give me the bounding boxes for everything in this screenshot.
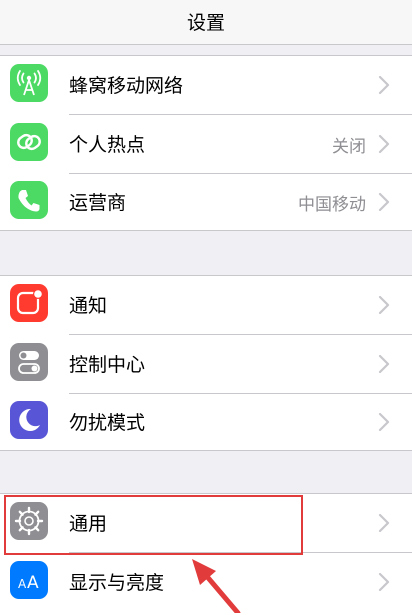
settings-row-do-not-disturb[interactable]: 勿扰模式 — [0, 393, 412, 451]
settings-group-network: 蜂窝移动网络 个人热点 关闭 运营商 中国移动 — [0, 55, 412, 231]
settings-row-label: 个人热点 — [69, 134, 146, 156]
settings-row-label: 显示与亮度 — [69, 572, 165, 594]
svg-text:A: A — [27, 573, 39, 593]
svg-text:A: A — [18, 577, 27, 591]
notifications-icon — [10, 284, 48, 322]
page-title: 设置 — [186, 12, 225, 34]
display-brightness-icon: A A — [10, 561, 48, 599]
chevron-right-icon — [378, 412, 390, 432]
settings-row-label: 通知 — [69, 295, 108, 317]
chevron-right-icon — [378, 75, 390, 95]
moon-icon — [10, 401, 48, 439]
settings-row-control-center[interactable]: 控制中心 — [0, 335, 412, 393]
settings-row-label: 运营商 — [69, 192, 127, 214]
hotspot-link-icon — [10, 123, 48, 161]
settings-group-system: 通知 控制中心 勿扰模式 — [0, 275, 412, 451]
chevron-right-icon — [378, 134, 390, 154]
cellular-antenna-icon — [10, 64, 48, 102]
chevron-right-icon — [378, 295, 390, 315]
settings-row-label: 蜂窝移动网络 — [69, 75, 184, 97]
chevron-right-icon — [378, 192, 390, 212]
settings-row-carrier[interactable]: 运营商 中国移动 — [0, 173, 412, 231]
chevron-right-icon — [378, 572, 390, 592]
settings-row-label: 勿扰模式 — [69, 412, 146, 434]
settings-row-value: 中国移动 — [298, 195, 366, 215]
control-center-toggles-icon — [10, 343, 48, 381]
highlight-annotation-box — [4, 495, 303, 555]
settings-row-notifications[interactable]: 通知 — [0, 276, 412, 334]
settings-row-hotspot[interactable]: 个人热点 关闭 — [0, 115, 412, 173]
phone-icon — [10, 181, 48, 219]
settings-row-value: 关闭 — [332, 137, 366, 157]
settings-row-cellular[interactable]: 蜂窝移动网络 — [0, 56, 412, 114]
chevron-right-icon — [378, 354, 390, 374]
navigation-bar: 设置 — [0, 0, 412, 45]
red-arrow-annotation — [192, 559, 241, 613]
settings-row-label: 控制中心 — [69, 354, 146, 376]
chevron-right-icon — [378, 513, 390, 533]
